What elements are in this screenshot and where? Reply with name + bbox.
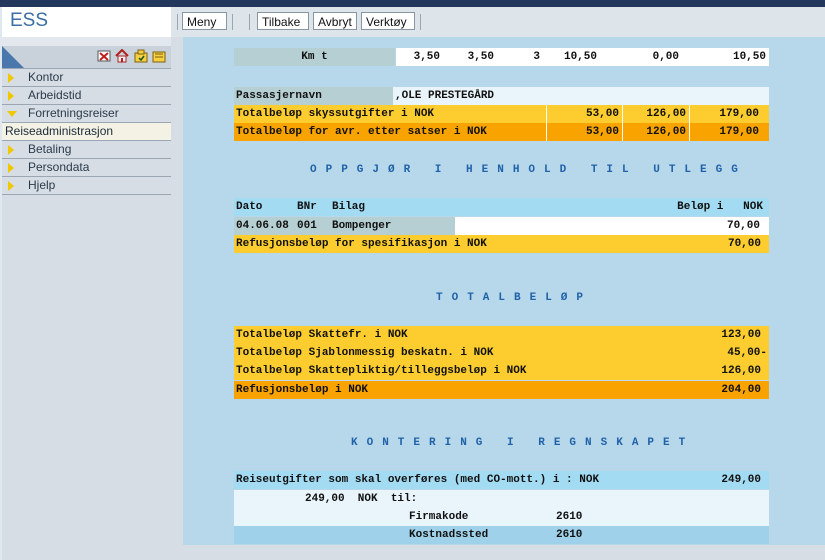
toolbar-separator <box>232 14 233 30</box>
passenger-name-filler <box>546 87 769 105</box>
home-icon[interactable] <box>115 49 129 63</box>
toolbar-separator <box>249 14 250 30</box>
km-value: 3 <box>497 48 543 66</box>
km-label: Km t <box>234 48 395 66</box>
settlement-row-bnr: 001 <box>297 220 317 232</box>
sidebar-item-betaling[interactable]: Betaling <box>2 141 171 159</box>
top-bar-left <box>0 0 171 7</box>
totals-row-label: Totalbeløp Skattepliktig/tilleggsbeløp i… <box>234 362 634 380</box>
passenger-row-label: Totalbeløp for avr. etter satser i NOK <box>234 123 546 141</box>
toolbar-separator <box>420 14 421 30</box>
totals-refund-amount: 204,00 <box>634 381 769 399</box>
settlement-header-amount: Beløp i NOK <box>677 201 763 213</box>
km-value: 3,50 <box>396 48 443 66</box>
sidebar-item-label: Hjelp <box>28 178 56 192</box>
favorites-icon[interactable] <box>134 49 148 63</box>
tools-button[interactable]: Verktøy <box>361 12 415 43</box>
totals-row-label: Totalbeløp Sjablonmessig beskatn. i NOK <box>234 344 634 362</box>
passenger-name-value: ,OLE PRESTEGÅRD <box>393 87 546 105</box>
sidebar-item-label: Betaling <box>28 142 72 156</box>
sidebar-item-hjelp[interactable]: Hjelp <box>2 177 171 195</box>
settlement-total-label: Refusjonsbeløp for spesifikasjon i NOK <box>234 235 634 253</box>
expand-arrow-icon <box>8 73 14 83</box>
totals-row-amount: 126,00 <box>634 362 769 380</box>
sidebar-item-forretningsreiser[interactable]: Forretningsreiser <box>2 105 171 123</box>
passenger-row-amount: 126,00 <box>622 105 689 123</box>
settlement-header-bnr: BNr <box>297 201 317 213</box>
settlement-total-amount: 70,00 <box>634 235 769 253</box>
nav-separator <box>0 37 171 46</box>
sidebar-item-label: Reiseadministrasjon <box>5 124 114 138</box>
folder-icon[interactable] <box>152 49 166 63</box>
collapse-arrow-icon <box>7 111 17 117</box>
km-value: 10,50 <box>682 48 769 66</box>
sidebar-item-label: Forretningsreiser <box>28 106 119 120</box>
settlement-row-bilag: Bompenger <box>332 220 392 232</box>
app-brand[interactable]: ESS <box>2 7 172 37</box>
passenger-row-label: Totalbeløp skyssutgifter i NOK <box>234 105 546 123</box>
brand-label: ESS <box>10 10 49 31</box>
km-value: 0,00 <box>600 48 682 66</box>
back-label: Tilbake <box>262 15 301 29</box>
totals-row-amount: 45,00- <box>634 344 769 362</box>
settlement-row-amount: 70,00 <box>726 220 760 232</box>
content-area: Km t 3,50 3,50 3 10,50 0,00 10,50 Passas… <box>183 37 825 545</box>
passenger-row-amount: 179,00 <box>689 105 769 123</box>
passenger-name-label: Passasjernavn <box>234 87 393 105</box>
accounting-header-amount: 249,00 <box>674 471 769 489</box>
menu-button[interactable]: Meny <box>182 12 227 43</box>
passenger-row-amount: 53,00 <box>546 123 622 141</box>
sidebar-item-label: Arbeidstid <box>28 88 82 102</box>
tools-label: Verktøy <box>366 15 407 29</box>
sidebar-item-label: Kontor <box>28 70 64 84</box>
toolbar-separator <box>177 14 178 30</box>
back-button[interactable]: Tilbake <box>257 12 309 30</box>
passenger-row-amount: 53,00 <box>546 105 622 123</box>
settlement-row-date: 04.06.08 <box>236 220 289 232</box>
divider <box>622 105 623 141</box>
cancel-button[interactable]: Avbryt <box>313 12 357 30</box>
divider <box>546 105 547 141</box>
sidebar-item-persondata[interactable]: Persondata <box>2 159 171 177</box>
sidebar: Kontor Arbeidstid Forretningsreiser Reis… <box>2 46 171 560</box>
totals-row-amount: 123,00 <box>634 326 769 344</box>
expand-arrow-icon <box>8 181 14 191</box>
passenger-row-amount: 126,00 <box>622 123 689 141</box>
content-frame-bottom <box>183 545 825 560</box>
accounting-row-label: Kostnadssted <box>409 529 489 541</box>
accounting-row-label: Firmakode <box>409 511 469 523</box>
sidebar-toolbar <box>2 46 171 69</box>
expand-arrow-icon <box>8 145 14 155</box>
km-value: 3,50 <box>443 48 497 66</box>
accounting-row-value: 2610 <box>556 529 583 541</box>
sidebar-item-kontor[interactable]: Kontor <box>2 69 171 87</box>
sidebar-item-reiseadministrasjon[interactable]: Reiseadministrasjon <box>2 123 171 141</box>
sidebar-item-label: Persondata <box>28 160 90 174</box>
top-bar-right <box>171 0 825 7</box>
content-frame-left <box>171 37 183 560</box>
totals-refund-label: Refusjonsbeløp i NOK <box>234 381 634 399</box>
toolbar: Meny Tilbake Avbryt Verktøy <box>171 7 825 43</box>
settlement-header-bilag: Bilag <box>332 201 366 213</box>
km-value: 10,50 <box>543 48 600 66</box>
expand-arrow-icon <box>8 91 14 101</box>
divider <box>689 105 690 141</box>
passenger-row-amount: 179,00 <box>689 123 769 141</box>
close-tab-icon[interactable] <box>97 49 111 63</box>
cancel-label: Avbryt <box>318 15 352 29</box>
menu-label: Meny <box>187 15 217 29</box>
settlement-header-date: Dato <box>236 201 263 213</box>
accounting-title: KONTERING I REGNSKAPET <box>351 437 695 449</box>
sidebar-item-arbeidstid[interactable]: Arbeidstid <box>2 87 171 105</box>
accounting-header-label: Reiseutgifter som skal overføres (med CO… <box>234 471 674 489</box>
totals-title: TOTALBELØP <box>436 292 593 304</box>
accounting-sum-line: 249,00 NOK til: <box>305 493 418 505</box>
expand-arrow-icon <box>8 163 14 173</box>
collapse-triangle-icon[interactable] <box>2 46 24 68</box>
settlement-title: OPPGJØR I HENHOLD TIL UTLEGG <box>310 164 747 176</box>
totals-row-label: Totalbeløp Skattefr. i NOK <box>234 326 634 344</box>
accounting-row-value: 2610 <box>556 511 583 523</box>
